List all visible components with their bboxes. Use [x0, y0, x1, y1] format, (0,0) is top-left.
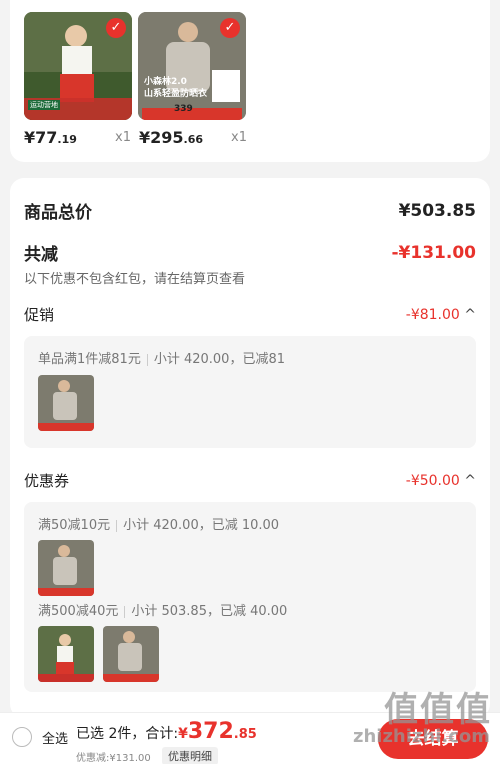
- checked-icon[interactable]: ✓: [106, 18, 126, 38]
- coupon-detail-box: 满50减10元 小计 420.00，已减 10.00 满500减40元 小计 503…: [24, 502, 476, 692]
- coupon-rule-line-2: 满500减40元 小计 503.85，已减 40.00: [38, 604, 288, 619]
- select-all-label[interactable]: 全选: [42, 728, 68, 747]
- reduce-label: 共减: [24, 245, 58, 265]
- reduce-value: -¥131.00: [391, 242, 477, 263]
- discount-detail-button[interactable]: 优惠明细: [162, 747, 218, 764]
- coupon-row[interactable]: 优惠券 -¥50.00 ^: [24, 470, 476, 491]
- promo-row[interactable]: 促销 -¥81.00 ^: [24, 304, 476, 325]
- product-qty-1: x1: [115, 130, 131, 145]
- promo-value: -¥81.00 ^: [405, 306, 476, 323]
- product-image-1[interactable]: 运动营地 ✓: [24, 12, 132, 120]
- total-price-row: 商品总价 ¥503.85: [24, 198, 476, 224]
- coupon-product-thumb[interactable]: [103, 626, 159, 682]
- watermark-logo: 值值值: [384, 690, 492, 730]
- product-badge-price: 339: [174, 104, 193, 114]
- total-price-value: ¥503.85: [398, 200, 476, 221]
- promo-product-thumb[interactable]: [38, 375, 94, 431]
- reduce-row: 共减 -¥131.00: [24, 240, 477, 266]
- total-price-label: 商品总价: [24, 203, 92, 223]
- select-all-radio[interactable]: [12, 727, 32, 747]
- promo-label: 促销: [24, 306, 55, 324]
- chevron-up-icon[interactable]: ^: [464, 307, 476, 323]
- chevron-up-icon[interactable]: ^: [464, 473, 476, 489]
- discount-card: 商品总价 ¥503.85 共减 -¥131.00 以下优惠不包含红包，请在结算页…: [10, 178, 490, 718]
- promo-detail-box: 单品满1件减81元 小计 420.00，已减81: [24, 336, 476, 448]
- selected-summary: 已选 2件，合计:¥372.85: [76, 719, 257, 744]
- coupon-rule-line-1: 满50减10元 小计 420.00，已减 10.00: [38, 518, 280, 533]
- product-image-2[interactable]: 小森林2.0 山系轻盈防晒衣 339 ✓: [138, 12, 246, 120]
- discount-amount: 优惠减:¥131.00: [76, 753, 151, 764]
- product-caption-2: 山系轻盈防晒衣: [144, 89, 208, 99]
- product-qty-2: x1: [231, 130, 247, 145]
- coupon-product-thumb[interactable]: [38, 540, 94, 596]
- reduce-note: 以下优惠不包含红包，请在结算页查看: [24, 272, 246, 287]
- coupon-value: -¥50.00 ^: [405, 472, 476, 489]
- product-price-1: ¥77.19: [24, 128, 77, 147]
- watermark-url: zhizhizhi.com: [352, 726, 490, 747]
- promo-rule-line: 单品满1件减81元 小计 420.00，已减81: [38, 352, 285, 367]
- coupon-product-thumb[interactable]: [38, 626, 94, 682]
- product-badge-1: 运动营地: [28, 100, 60, 110]
- coupon-label: 优惠券: [24, 472, 70, 490]
- product-card: 运动营地 ✓ 小森林2.0 山系轻盈防晒衣 339 ✓ ¥77.19 x1 ¥2…: [10, 0, 490, 162]
- product-price-2: ¥295.66: [139, 128, 204, 147]
- checked-icon[interactable]: ✓: [220, 18, 240, 38]
